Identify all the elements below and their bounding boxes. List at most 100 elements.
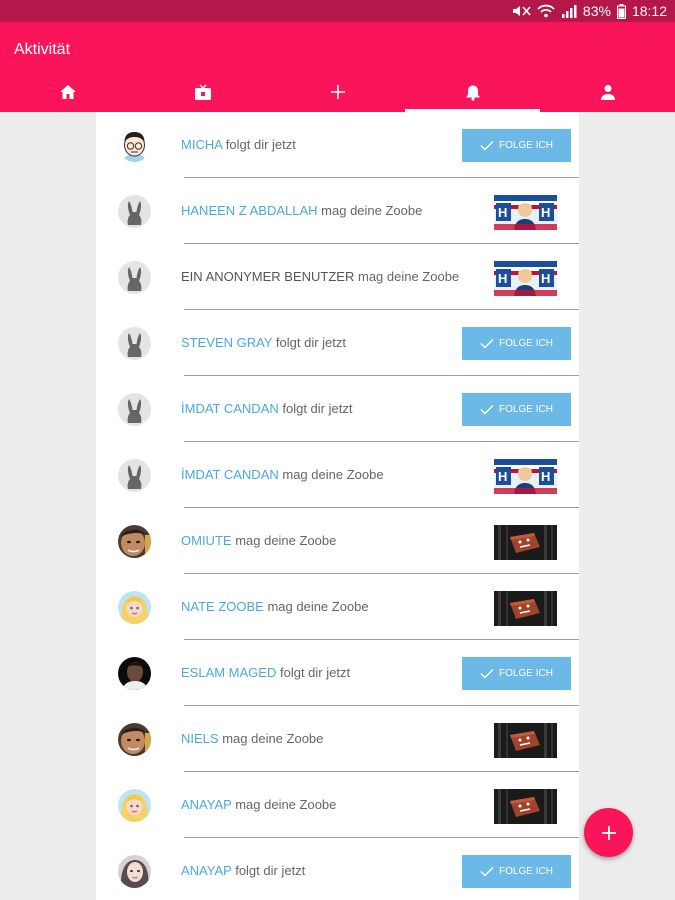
activity-action: folgt dir jetzt [279,665,351,680]
check-icon [480,338,494,349]
zoobe-thumbnail[interactable] [494,789,557,824]
activity-action: mag deine Zoobe [235,533,337,548]
activity-action: folgt dir jetzt [282,401,353,416]
page-title: Aktivität [14,41,71,58]
activity-list: MICHA folgt dir jetzt FOLGE ICH HANEEN Z… [96,112,579,900]
activity-text: OMIUTE mag deine Zoobe [181,508,336,574]
clock: 18:12 [631,3,667,19]
activity-row[interactable]: ANAYAP folgt dir jetzt FOLGE ICH [96,838,579,900]
follow-button-label: FOLGE ICH [499,668,553,679]
tv-icon [194,83,211,100]
user-name-link[interactable]: İMDAT CANDAN [181,401,279,416]
follow-button[interactable]: FOLGE ICH [462,657,571,690]
user-name-link[interactable]: ANAYAP [181,863,232,878]
activity-action: mag deine Zoobe [357,269,460,284]
user-name-link[interactable]: NATE ZOOBE [181,599,264,614]
zoobe-thumbnail[interactable] [494,723,557,758]
activity-row[interactable]: NIELS mag deine Zoobe [96,706,579,772]
tab-profile[interactable] [540,72,675,112]
check-icon [480,140,494,151]
zoobe-thumbnail[interactable]: H H [494,261,557,296]
tab-bar [0,72,675,112]
activity-row[interactable]: İMDAT CANDAN folgt dir jetzt FOLGE ICH [96,376,579,442]
battery-icon [616,3,626,19]
activity-action: mag deine Zoobe [267,599,369,614]
follow-button-label: FOLGE ICH [499,866,553,877]
activity-row[interactable]: EIN ANONYMER BENUTZER mag deine Zoobe H … [96,244,579,310]
svg-text:H: H [541,271,550,286]
follow-button[interactable]: FOLGE ICH [462,129,571,162]
tab-create[interactable] [270,72,405,112]
user-name-link[interactable]: STEVEN GRAY [181,335,272,350]
activity-text: İMDAT CANDAN folgt dir jetzt [181,376,352,442]
activity-text: EIN ANONYMER BENUTZER mag deine Zoobe [181,244,459,310]
bunny-avatar[interactable] [118,195,151,228]
activity-action: folgt dir jetzt [235,863,306,878]
user-name: EIN ANONYMER BENUTZER [181,269,355,284]
follow-button[interactable]: FOLGE ICH [462,393,571,426]
blonde-avatar[interactable] [118,789,151,822]
activity-action: folgt dir jetzt [225,137,296,152]
zoobe-thumbnail[interactable] [494,525,557,560]
svg-text:H: H [498,271,507,286]
activity-row[interactable]: ESLAM MAGED folgt dir jetzt FOLGE ICH [96,640,579,706]
activity-action: mag deine Zoobe [222,731,324,746]
create-fab[interactable] [584,808,633,857]
activity-row[interactable]: STEVEN GRAY folgt dir jetzt FOLGE ICH [96,310,579,376]
user-name-link[interactable]: OMIUTE [181,533,232,548]
user-name-link[interactable]: NIELS [181,731,219,746]
activity-text: HANEEN Z ABDALLAH mag deine Zoobe [181,178,422,244]
zoobe-thumbnail[interactable]: H H [494,195,557,230]
activity-action: mag deine Zoobe [235,797,337,812]
bunny-avatar[interactable] [118,327,151,360]
zoobe-thumbnail[interactable] [494,591,557,626]
tab-notifications[interactable] [405,72,540,112]
activity-row[interactable]: MICHA folgt dir jetzt FOLGE ICH [96,112,579,178]
activity-row[interactable]: ANAYAP mag deine Zoobe [96,772,579,838]
activity-text: MICHA folgt dir jetzt [181,112,296,178]
activity-action: folgt dir jetzt [275,335,346,350]
activity-text: NIELS mag deine Zoobe [181,706,323,772]
svg-text:H: H [541,205,550,220]
activity-action: mag deine Zoobe [282,467,384,482]
activity-row[interactable]: NATE ZOOBE mag deine Zoobe [96,574,579,640]
cartoon-avatar[interactable] [118,129,151,162]
plus-icon [330,85,345,99]
user-name-link[interactable]: ANAYAP [181,797,232,812]
status-bar: 83% 18:12 [0,0,675,22]
bunny-avatar[interactable] [118,261,151,294]
battery-percent: 83% [582,3,611,19]
user-name-link[interactable]: İMDAT CANDAN [181,467,279,482]
dark-photo-avatar[interactable] [118,657,151,690]
activity-row[interactable]: HANEEN Z ABDALLAH mag deine Zoobe H H [96,178,579,244]
blonde-avatar[interactable] [118,591,151,624]
activity-text: ESLAM MAGED folgt dir jetzt [181,640,350,706]
svg-text:H: H [498,469,507,484]
user-name-link[interactable]: ESLAM MAGED [181,665,276,680]
photo-avatar[interactable] [118,525,151,558]
bell-icon [466,85,479,101]
user-name-link[interactable]: MICHA [181,137,222,152]
svg-text:H: H [541,469,550,484]
follow-button-label: FOLGE ICH [499,140,553,151]
photo-avatar[interactable] [118,723,151,756]
zoobe-thumbnail[interactable]: H H [494,459,557,494]
activity-action: mag deine Zoobe [321,203,423,218]
girl-avatar[interactable] [118,855,151,888]
activity-row[interactable]: OMIUTE mag deine Zoobe [96,508,579,574]
follow-button-label: FOLGE ICH [499,338,553,349]
svg-text:H: H [498,205,507,220]
user-name-link[interactable]: HANEEN Z ABDALLAH [181,203,318,218]
activity-text: NATE ZOOBE mag deine Zoobe [181,574,369,640]
tab-home[interactable] [0,72,135,112]
follow-button[interactable]: FOLGE ICH [462,855,571,888]
activity-text: ANAYAP mag deine Zoobe [181,772,336,838]
follow-button[interactable]: FOLGE ICH [462,327,571,360]
tab-tv[interactable] [135,72,270,112]
person-icon [600,85,615,100]
bunny-avatar[interactable] [118,393,151,426]
activity-row[interactable]: İMDAT CANDAN mag deine Zoobe H H [96,442,579,508]
bunny-avatar[interactable] [118,459,151,492]
mute-icon [512,6,531,16]
home-icon [59,85,76,99]
